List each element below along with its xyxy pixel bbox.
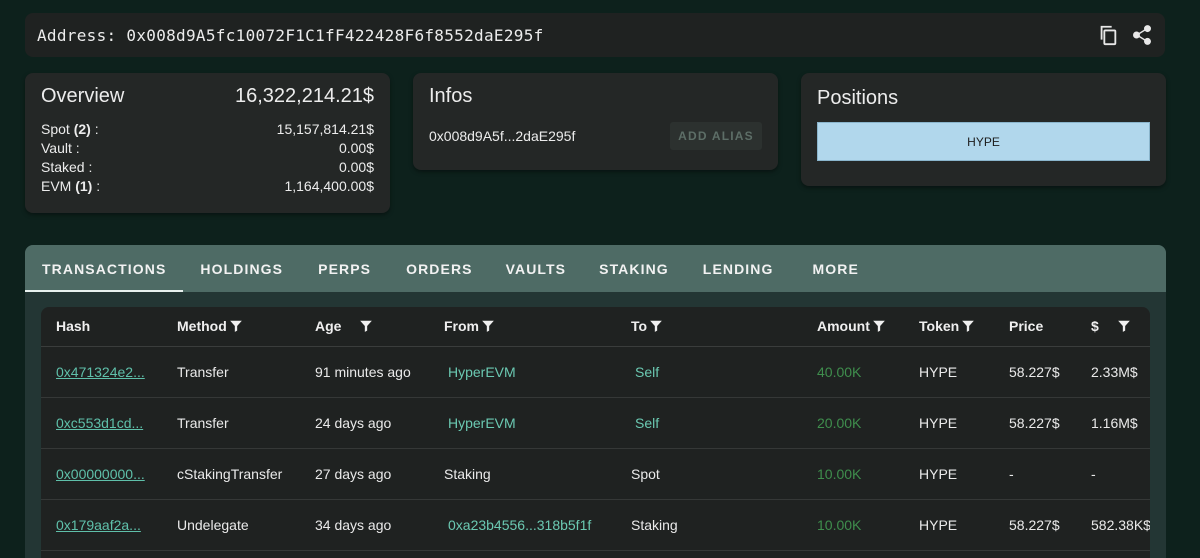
table-row: 0x179aaf2a... Undelegate 34 days ago 0xa… — [41, 499, 1150, 551]
tx-to-link[interactable]: Self — [635, 415, 659, 431]
positions-card: Positions HYPE — [801, 73, 1166, 186]
tx-age: 91 minutes ago — [300, 346, 429, 398]
tx-from-link[interactable]: 0xa23b4556...318b5f1f — [448, 517, 591, 533]
header-amount: Amount — [802, 307, 904, 347]
filter-icon[interactable] — [1117, 319, 1131, 333]
tx-usd: 582.38K$ — [1076, 499, 1150, 551]
tx-amount: 40.00K — [802, 346, 904, 398]
overview-value: 15,157,814.21$ — [276, 121, 374, 137]
tx-hash-link[interactable]: 0x00000000... — [56, 466, 145, 482]
header-age: Age — [300, 307, 429, 347]
tx-hash-link[interactable]: 0xc553d1cd... — [56, 415, 143, 431]
tx-usd: - — [1076, 448, 1150, 500]
tx-price: 58.227$ — [994, 397, 1076, 449]
tx-amount: 10.00K — [802, 499, 904, 551]
tx-age: 24 days ago — [300, 397, 429, 449]
tx-from: Staking — [429, 448, 616, 500]
tab-holdings[interactable]: HOLDINGS — [183, 245, 300, 292]
tx-method: Undelegate — [162, 499, 300, 551]
overview-row-spot: Spot (2) : 15,157,814.21$ — [41, 121, 374, 137]
address-bar: Address: 0x008d9A5fc10072F1C1fF422428F6f… — [25, 13, 1165, 57]
tx-method: Transfer — [162, 397, 300, 449]
tab-more[interactable]: MORE — [796, 245, 876, 292]
tx-price: - — [994, 448, 1076, 500]
tx-hash-link[interactable]: 0x179aaf2a... — [56, 517, 141, 533]
header-price: Price — [994, 307, 1076, 347]
tab-transactions[interactable]: TRANSACTIONS — [25, 245, 184, 292]
table-row: 0x471324e2... Transfer 91 minutes ago Hy… — [41, 346, 1150, 398]
tab-bar: TRANSACTIONS HOLDINGS PERPS ORDERS VAULT… — [25, 245, 1166, 292]
filter-icon[interactable] — [481, 319, 495, 333]
tx-token: HYPE — [904, 448, 994, 500]
table-row: 0x00000000... cStakingTransfer 27 days a… — [41, 448, 1150, 500]
filter-icon[interactable] — [649, 319, 663, 333]
header-method: Method — [162, 307, 300, 347]
tabs-panel: TRANSACTIONS HOLDINGS PERPS ORDERS VAULT… — [25, 245, 1166, 558]
copy-icon[interactable] — [1097, 24, 1119, 46]
header-usd: $ — [1076, 307, 1150, 347]
overview-value: 0.00$ — [338, 140, 374, 156]
tx-age: 27 days ago — [300, 448, 429, 500]
tx-age: 34 days ago — [300, 499, 429, 551]
add-alias-button[interactable]: ADD ALIAS — [670, 122, 762, 150]
filter-icon[interactable] — [961, 319, 975, 333]
infos-title: Infos — [429, 85, 473, 107]
overview-total: 16,322,214.21$ — [234, 85, 374, 107]
overview-title: Overview — [41, 85, 125, 107]
header-hash: Hash — [41, 307, 162, 347]
filter-icon[interactable] — [229, 319, 243, 333]
tx-from-link[interactable]: HyperEVM — [448, 415, 516, 431]
table-row: 0xc553d1cd... Transfer 24 days ago Hyper… — [41, 397, 1150, 449]
tx-amount: 20.00K — [802, 397, 904, 449]
short-address: 0x008d9A5f...2daE295f — [429, 128, 576, 144]
tx-to: Staking — [616, 499, 802, 551]
overview-value: 1,164,400.00$ — [284, 178, 374, 194]
filter-icon[interactable] — [359, 319, 373, 333]
tx-usd: 2.33M$ — [1076, 346, 1150, 398]
tx-token: HYPE — [904, 499, 994, 551]
tx-hash-link[interactable]: 0x471324e2... — [56, 364, 145, 380]
tx-to: Spot — [616, 448, 802, 500]
tx-method: cStakingTransfer — [162, 448, 300, 500]
table-header-row: Hash Method Age From To Amount Token Pri… — [41, 307, 1150, 347]
header-to: To — [616, 307, 802, 347]
tx-from-link[interactable]: HyperEVM — [448, 364, 516, 380]
tab-lending[interactable]: LENDING — [686, 245, 796, 292]
overview-card: Overview 16,322,214.21$ Spot (2) : 15,15… — [25, 73, 390, 213]
header-token: Token — [904, 307, 994, 347]
filter-icon[interactable] — [872, 319, 886, 333]
tx-price: 58.227$ — [994, 499, 1076, 551]
tx-token: HYPE — [904, 346, 994, 398]
tab-vaults[interactable]: VAULTS — [490, 245, 583, 292]
transactions-table: Hash Method Age From To Amount Token Pri… — [41, 307, 1150, 558]
tx-token: HYPE — [904, 397, 994, 449]
tx-method: Transfer — [162, 346, 300, 398]
infos-card: Infos 0x008d9A5f...2daE295f ADD ALIAS — [413, 73, 778, 170]
tab-staking[interactable]: STAKING — [582, 245, 686, 292]
overview-row-vault: Vault : 0.00$ — [41, 140, 374, 156]
overview-value: 0.00$ — [338, 159, 374, 175]
overview-row-staked: Staked : 0.00$ — [41, 159, 374, 175]
position-chip-hype[interactable]: HYPE — [817, 122, 1150, 161]
header-from: From — [429, 307, 616, 347]
tx-to-link[interactable]: Self — [635, 364, 659, 380]
tx-usd: 1.16M$ — [1076, 397, 1150, 449]
tab-perps[interactable]: PERPS — [300, 245, 389, 292]
address-label: Address: 0x008d9A5fc10072F1C1fF422428F6f… — [37, 25, 544, 45]
positions-title: Positions — [817, 87, 899, 109]
share-icon[interactable] — [1131, 24, 1153, 46]
tx-price: 58.227$ — [994, 346, 1076, 398]
overview-row-evm: EVM (1) : 1,164,400.00$ — [41, 178, 374, 194]
tx-amount: 10.00K — [802, 448, 904, 500]
tab-orders[interactable]: ORDERS — [389, 245, 490, 292]
